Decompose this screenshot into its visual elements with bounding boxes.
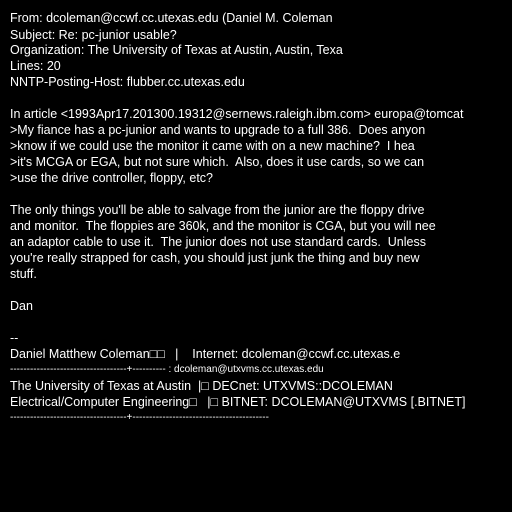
quote-line: >use the drive controller, floppy, etc? — [10, 171, 214, 185]
body-line: stuff. — [10, 267, 37, 281]
signoff: Dan — [10, 299, 33, 313]
message-view: From: dcoleman@ccwf.cc.utexas.edu (Danie… — [0, 0, 512, 512]
header-nntp-host: NNTP-Posting-Host: flubber.cc.utexas.edu — [10, 75, 245, 89]
body-line: you're really strapped for cash, you sho… — [10, 251, 420, 265]
signature-separator: -----------------------------------+----… — [10, 412, 269, 423]
